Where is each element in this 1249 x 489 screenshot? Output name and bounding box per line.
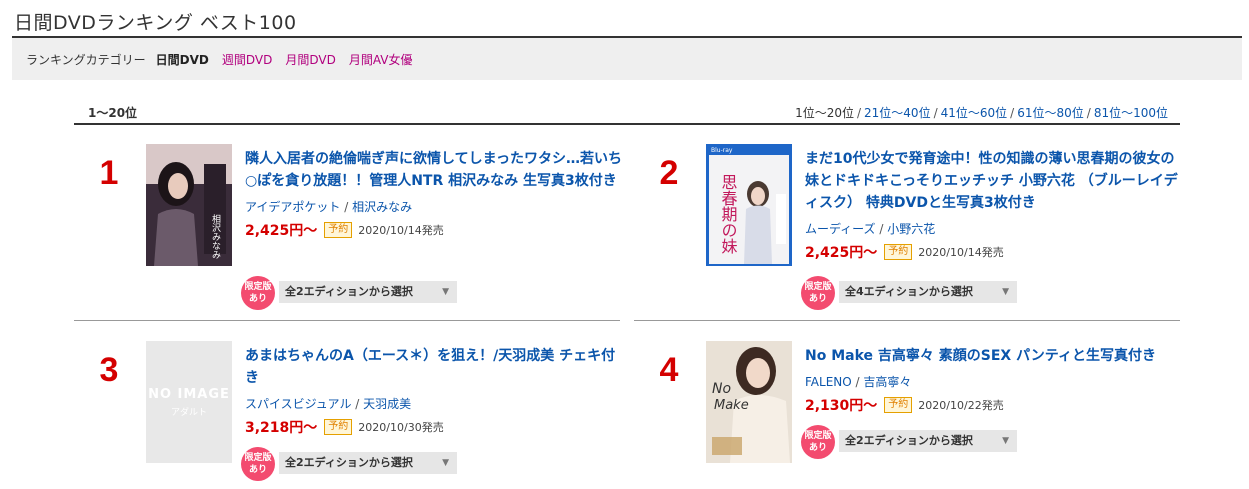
- range-link-81-100[interactable]: 81位〜100位: [1094, 106, 1168, 120]
- limited-edition-badge: 限定版 あり: [241, 276, 275, 310]
- maker-link[interactable]: ムーディーズ: [805, 222, 876, 236]
- range-link-41-60[interactable]: 41位〜60位: [941, 106, 1008, 120]
- ranking-item: 3 NO IMAGE アダルト あまはちゃんのA（エース＊）を狙え！/天羽成美 …: [74, 341, 615, 489]
- svg-text:相沢みなみ: 相沢みなみ: [210, 213, 221, 259]
- product-thumbnail[interactable]: 相沢みなみ: [146, 144, 232, 266]
- preorder-badge: 予約: [884, 397, 913, 413]
- svg-text:Make: Make: [714, 398, 749, 413]
- price: 2,425円〜: [805, 245, 878, 261]
- release-date: 2020/10/22発売: [918, 399, 1004, 412]
- chevron-down-icon: ▼: [1002, 287, 1009, 297]
- actress-link[interactable]: 天羽成美: [363, 397, 411, 411]
- svg-text:思春期の妹: 思春期の妹: [719, 174, 738, 254]
- ranking-item: 4 No Make No Make 吉高寧々 素顔のSEX パンティと生写真付き…: [634, 341, 1174, 489]
- category-bar: ランキングカテゴリー 日間DVD 週間DVD 月間DVD 月間AV女優: [12, 38, 1242, 80]
- rank-number: 4: [659, 351, 679, 389]
- release-date: 2020/10/14発売: [358, 224, 444, 237]
- actress-link[interactable]: 相沢みなみ: [352, 200, 412, 214]
- row-divider: [74, 320, 620, 321]
- actress-link[interactable]: 吉高寧々: [863, 375, 911, 389]
- range-link-61-80[interactable]: 61位〜80位: [1017, 106, 1084, 120]
- ranking-item: 2 Blu-ray 思春期の妹 まだ10代少女で発育途中！性の知識の薄い思春期の…: [634, 144, 1178, 314]
- product-title-link[interactable]: 隣人入居者の絶倫喘ぎ声に欲情してしまったワタシ…若いち○ぽを貪り放題！！管理人N…: [245, 148, 625, 192]
- product-thumbnail[interactable]: NO IMAGE アダルト: [146, 341, 232, 463]
- row-divider: [634, 320, 1180, 321]
- limited-edition-badge: 限定版 あり: [801, 276, 835, 310]
- category-link-weekly-dvd[interactable]: 週間DVD: [222, 51, 272, 68]
- category-current-daily-dvd: 日間DVD: [155, 52, 209, 67]
- edition-select-dropdown[interactable]: 全2エディションから選択 ▼: [839, 430, 1017, 452]
- chevron-down-icon: ▼: [442, 287, 449, 297]
- release-date: 2020/10/30発売: [358, 421, 444, 434]
- release-date: 2020/10/14発売: [918, 246, 1004, 259]
- range-bar: 1〜20位 1位〜20位/21位〜40位/41位〜60位/61位〜80位/81位…: [74, 102, 1180, 124]
- range-divider: [74, 123, 1180, 125]
- category-link-monthly-dvd[interactable]: 月間DVD: [285, 51, 335, 68]
- page-title: 日間DVDランキング ベスト100: [14, 12, 297, 34]
- product-title-link[interactable]: あまはちゃんのA（エース＊）を狙え！/天羽成美 チェキ付き: [245, 345, 625, 389]
- price: 3,218円〜: [245, 420, 318, 436]
- category-label: ランキングカテゴリー: [26, 52, 146, 67]
- actress-link[interactable]: 小野六花: [887, 222, 935, 236]
- rank-number: 1: [99, 154, 119, 192]
- limited-edition-badge: 限定版 あり: [241, 447, 275, 481]
- product-title-link[interactable]: No Make 吉高寧々 素顔のSEX パンティと生写真付き: [805, 345, 1185, 367]
- product-thumbnail[interactable]: No Make: [706, 341, 792, 463]
- edition-select-dropdown[interactable]: 全2エディションから選択 ▼: [279, 281, 457, 303]
- category-link-monthly-actress[interactable]: 月間AV女優: [349, 51, 413, 68]
- price: 2,130円〜: [805, 398, 878, 414]
- range-current: 1〜20位: [88, 106, 138, 120]
- range-link-21-40[interactable]: 21位〜40位: [864, 106, 931, 120]
- product-thumbnail[interactable]: Blu-ray 思春期の妹: [706, 144, 792, 266]
- rank-number: 2: [659, 154, 679, 192]
- preorder-badge: 予約: [324, 222, 353, 238]
- preorder-badge: 予約: [324, 419, 353, 435]
- svg-text:Blu-ray: Blu-ray: [711, 147, 733, 154]
- limited-edition-badge: 限定版 あり: [801, 425, 835, 459]
- price: 2,425円〜: [245, 223, 318, 239]
- svg-text:No: No: [712, 381, 731, 397]
- ranking-item: 1 相沢みなみ 隣人入居者の絶倫喘ぎ声に欲情してしまったワタシ…若いち○ぽを貪り…: [74, 144, 622, 314]
- product-title-link[interactable]: まだ10代少女で発育途中！性の知識の薄い思春期の彼女の妹とドキドキこっそりエッチ…: [805, 148, 1185, 214]
- range-link-1-20: 1位〜20位: [795, 106, 854, 120]
- edition-select-dropdown[interactable]: 全2エディションから選択 ▼: [279, 452, 457, 474]
- maker-link[interactable]: アイデアポケット: [245, 200, 340, 214]
- chevron-down-icon: ▼: [442, 458, 449, 468]
- edition-select-dropdown[interactable]: 全4エディションから選択 ▼: [839, 281, 1017, 303]
- no-image-placeholder: NO IMAGE アダルト: [146, 341, 232, 463]
- maker-link[interactable]: FALENO: [805, 375, 852, 389]
- maker-link[interactable]: スパイスビジュアル: [245, 397, 351, 411]
- range-pagination: 1位〜20位/21位〜40位/41位〜60位/61位〜80位/81位〜100位: [795, 106, 1168, 120]
- preorder-badge: 予約: [884, 244, 913, 260]
- chevron-down-icon: ▼: [1002, 436, 1009, 446]
- rank-number: 3: [99, 351, 119, 389]
